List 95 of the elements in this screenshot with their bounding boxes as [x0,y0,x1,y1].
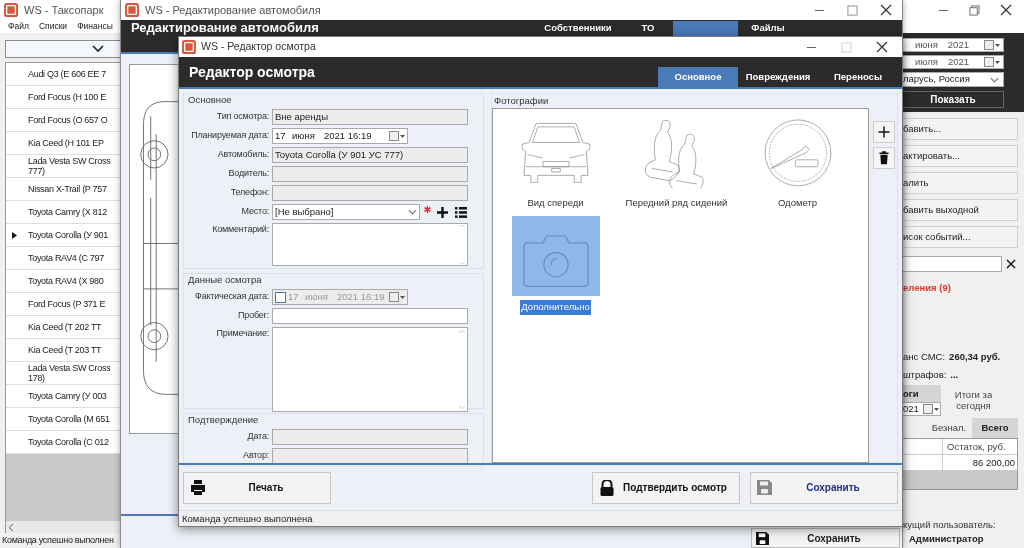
action-button[interactable]: бавить выходной [903,199,1018,221]
close-icon[interactable] [1000,4,1012,16]
horizontal-scrollbar[interactable] [5,521,120,533]
input-field: Вне аренды [272,109,468,125]
footer-button[interactable]: Подтвердить осмотр [592,471,740,504]
text-area[interactable] [272,327,468,412]
chevron-down-icon [92,45,104,53]
location-dropdown[interactable]: [Не выбрано] [272,204,420,220]
window-title: WS - Таксопарк [24,2,104,18]
info-label: анс СМС: [903,350,946,365]
menu-item[interactable]: Файл [8,20,29,33]
calendar-icon[interactable] [984,40,1000,50]
section-title: Фотографии [493,94,550,108]
save-button[interactable]: Сохранить [751,528,900,548]
user-name: Администратор [908,532,985,546]
calendar-icon[interactable] [923,403,939,414]
region-dropdown[interactable]: ларусь, Россия [903,72,1004,87]
scrollbar-drawing [457,224,467,265]
field-label: Пробег: [237,309,270,323]
info-value: 260,34 руб. [949,350,1001,365]
footer-button[interactable]: Сохранить [750,471,898,504]
list-icon[interactable] [455,206,467,218]
action-button[interactable]: алить [903,172,1018,194]
column-header: Остаток, руб. [946,439,1007,454]
trash-icon[interactable] [873,147,895,169]
field-label: Тип осмотра: [215,110,270,124]
field-label: Автомобиль: [216,148,270,162]
window-title: WS - Редактирование автомобиля [145,2,321,18]
action-button[interactable]: исок событий... [903,226,1018,248]
date-field[interactable]: июня 2021 [903,38,1004,52]
totals-tab[interactable]: Безнал. [926,417,972,438]
action-button[interactable]: бавить... [903,118,1018,140]
field-label: Автор: [242,449,270,463]
scroll-left-icon[interactable] [9,523,14,531]
app-icon [125,3,139,17]
field-label: Комментарий: [211,223,270,236]
photo-caption[interactable]: Дополнительно [520,300,591,315]
section-title: Основное [187,94,233,106]
status-text: Команда успешно выполнена [179,510,902,526]
header-tab[interactable]: ТО [623,21,673,36]
field-label: Телефон: [229,186,270,200]
status-text: Команда успешно выполнен [1,534,115,547]
photo-caption[interactable]: Вид спереди [526,196,585,211]
calendar-icon[interactable] [984,57,1000,67]
user-label: кущий пользователь: [903,517,997,532]
calendar-icon[interactable] [389,131,405,141]
app-icon [182,40,196,54]
totals-header: оги [903,384,941,402]
table-cell-text: 86 200,00 [971,455,1016,470]
notification-text: еления (9) [903,281,952,295]
chevron-down-icon[interactable] [990,76,999,83]
input-field: Toyota Corolla (У 901 УС 777) [272,147,468,163]
action-button[interactable]: актировать... [903,145,1018,167]
padlock-icon [599,479,615,496]
date-field[interactable]: 17 июня 2021 16:19 [272,128,408,144]
field-label: Дата: [246,430,270,444]
photo-caption[interactable]: Одометр [776,196,819,211]
close-icon[interactable] [880,4,892,16]
field-label: Место: [240,205,270,219]
date-field[interactable]: июля 2021 [903,55,1004,69]
field-label: Планируемая дата: [190,129,270,143]
plus-icon[interactable] [436,205,449,219]
field-label: Водитель: [227,167,270,181]
input-field[interactable] [272,308,468,324]
menu-item[interactable]: Финансы [77,20,113,33]
header-title: Редактирование автомобиля [131,21,319,35]
clear-icon[interactable] [1006,259,1016,269]
restore-icon[interactable] [969,4,980,16]
header-title: Редактор осмотра [189,62,315,82]
header-tab[interactable]: Переносы [818,67,898,87]
search-field[interactable] [903,256,1002,272]
info-value: ... [950,367,959,382]
section-title: Подтверждение [187,414,260,426]
printer-icon [190,479,206,496]
footer-button[interactable]: Печать [183,471,331,504]
show-button[interactable]: Показать [903,91,1004,108]
filter-dropdown[interactable] [5,40,120,58]
header-tab[interactable]: Собственники [533,21,623,36]
totals-tab[interactable]: Всего [972,417,1018,438]
chevron-down-icon[interactable] [408,209,417,215]
app-icon [4,3,18,17]
header-tab[interactable]: Основное [658,67,738,87]
date-field: 17 июня 2021 16:19 [272,289,408,305]
totals-caption: Итоги за сегодня [953,388,994,413]
add-icon[interactable] [873,121,895,143]
photo-caption[interactable]: Передний ряд сидений [624,196,729,211]
info-label: штрафов: [903,367,947,382]
header-tab[interactable]: Файлы [738,21,798,36]
close-icon[interactable] [876,41,888,53]
field-label: Примечание: [215,327,270,340]
field-label: Фактическая дата: [194,290,270,304]
section-title: Данные осмотра [187,274,263,286]
menu-item[interactable]: Списки [38,20,68,33]
window-title: WS - Редактор осмотра [201,39,316,55]
header-tab[interactable]: Повреждения [738,67,818,87]
